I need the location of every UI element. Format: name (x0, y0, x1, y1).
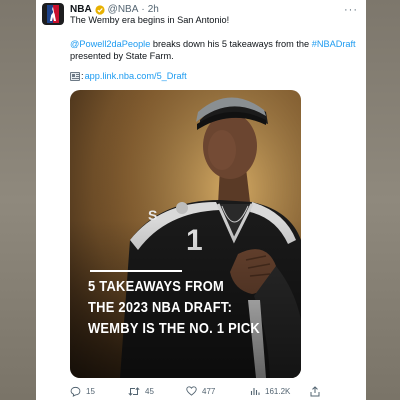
headline-line-1: 5 TAKEAWAYS FROM (88, 278, 225, 295)
mention-link[interactable]: @Powell2daPeople (70, 39, 150, 49)
share-icon (310, 385, 320, 396)
tweet-text-line-1: The Wemby era begins in San Antonio! (70, 15, 230, 25)
background-right (366, 0, 400, 400)
link-prefix: : (81, 71, 84, 81)
tweet-text-body: breaks down his 5 takeaways from the (150, 39, 312, 49)
headline-line-3: WEMBY IS THE NO. 1 PICK (88, 320, 260, 337)
view-count: 161.2K (265, 386, 291, 396)
media-headline: 5 TAKEAWAYS FROM THE 2023 NBA DRAFT: WEM… (88, 276, 260, 339)
article-link[interactable]: app.link.nba.com/5_Draft (85, 70, 187, 83)
like-button[interactable]: 477 (186, 386, 250, 396)
heart-icon (186, 386, 197, 396)
newspaper-icon (70, 72, 80, 81)
headline-rule (90, 270, 182, 272)
views-chart-icon (250, 388, 260, 395)
retweet-button[interactable]: 45 (128, 386, 186, 397)
reply-count: 15 (86, 386, 95, 396)
tweet-text-line-3: presented by State Farm. (70, 51, 174, 61)
hashtag-link[interactable]: #NBADraft (312, 39, 356, 49)
share-button[interactable] (310, 385, 320, 397)
retweet-count: 45 (145, 386, 154, 396)
headline-line-2: THE 2023 NBA DRAFT: (88, 299, 233, 316)
tweet-actions: 15 45 477 161.2K (70, 384, 320, 398)
background-left (0, 0, 36, 400)
reply-icon (70, 386, 81, 397)
tweet-link-line: : app.link.nba.com/5_Draft (70, 70, 358, 83)
like-count: 477 (202, 386, 216, 396)
avatar[interactable] (42, 3, 64, 25)
tweet-media-image[interactable]: 1 S 5 TAKEAWAYS FROM THE 2023 NBA DRAFT:… (70, 90, 301, 378)
views-button[interactable]: 161.2K (250, 386, 310, 396)
reply-button[interactable]: 15 (70, 386, 128, 397)
tweet-card: NBA @NBA · 2h ··· The Wemby era begins i… (36, 0, 366, 400)
nba-logo-icon (47, 5, 59, 23)
retweet-icon (128, 386, 140, 396)
